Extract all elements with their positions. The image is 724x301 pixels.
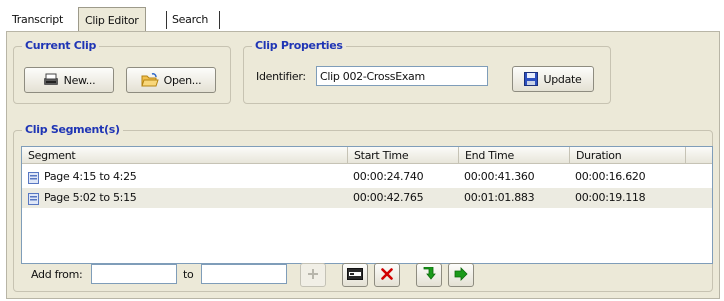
new-clip-icon — [43, 73, 59, 87]
delete-x-icon — [381, 267, 393, 283]
segment-cell: Page 5:02 to 5:15 — [44, 191, 137, 204]
move-down-button[interactable] — [416, 263, 442, 287]
start-time-cell: 00:00:42.765 — [353, 191, 424, 204]
update-label: Update — [543, 72, 582, 86]
clip-editor-panel: Current Clip New... Open... Clip Propert… — [6, 31, 720, 299]
save-disk-icon — [524, 72, 539, 86]
segment-list[interactable]: Segment Start Time End Time Duration Pag… — [21, 146, 713, 264]
update-button[interactable]: Update — [512, 66, 594, 92]
duration-cell: 00:00:16.620 — [575, 170, 646, 183]
open-clip-button[interactable]: Open... — [126, 67, 216, 93]
column-header-start-time[interactable]: Start Time — [348, 147, 459, 164]
add-to-input[interactable] — [201, 264, 287, 284]
duration-cell: 00:00:19.118 — [575, 191, 646, 204]
current-clip-title: Current Clip — [22, 39, 100, 52]
add-from-label: Add from: — [31, 268, 83, 281]
tab-transcript[interactable]: Transcript — [6, 9, 69, 31]
edit-segment-icon — [347, 267, 363, 283]
table-row[interactable]: Page 5:02 to 5:15 00:00:42.765 00:01:01.… — [22, 188, 712, 208]
tab-search[interactable]: Search — [166, 9, 214, 31]
column-header-end-time[interactable]: End Time — [459, 147, 570, 164]
start-time-cell: 00:00:24.740 — [353, 170, 424, 183]
add-to-label: to — [183, 268, 194, 281]
column-header-filler — [686, 147, 712, 164]
end-time-cell: 00:00:41.360 — [464, 170, 535, 183]
add-segment-button[interactable] — [300, 263, 326, 287]
segment-icon — [28, 192, 39, 205]
table-row[interactable]: Page 4:15 to 4:25 00:00:24.740 00:00:41.… — [22, 167, 712, 187]
new-clip-button[interactable]: New... — [24, 67, 114, 93]
end-time-cell: 00:01:01.883 — [464, 191, 535, 204]
move-right-button[interactable] — [448, 263, 474, 287]
segment-icon — [28, 171, 39, 184]
segment-cell: Page 4:15 to 4:25 — [44, 170, 137, 183]
column-header-segment[interactable]: Segment — [22, 147, 348, 164]
add-from-input[interactable] — [91, 264, 177, 284]
open-clip-label: Open... — [163, 73, 202, 87]
current-clip-group: Current Clip New... Open... — [13, 39, 231, 104]
column-header-duration[interactable]: Duration — [570, 147, 686, 164]
move-right-arrow-icon — [454, 266, 468, 284]
clip-properties-group: Clip Properties Identifier: Update — [243, 39, 611, 104]
folder-open-icon — [140, 72, 159, 88]
tab-clip-editor[interactable]: Clip Editor — [78, 7, 146, 33]
clip-properties-title: Clip Properties — [252, 39, 346, 52]
new-clip-label: New... — [63, 73, 96, 87]
edit-segment-button[interactable] — [342, 263, 368, 287]
tab-separator — [219, 11, 220, 29]
clip-segments-title: Clip Segment(s) — [22, 123, 123, 136]
move-down-arrow-icon — [422, 266, 436, 284]
plus-icon — [307, 268, 319, 283]
identifier-label: Identifier: — [256, 70, 306, 83]
identifier-input[interactable] — [316, 66, 488, 86]
delete-segment-button[interactable] — [374, 263, 400, 287]
